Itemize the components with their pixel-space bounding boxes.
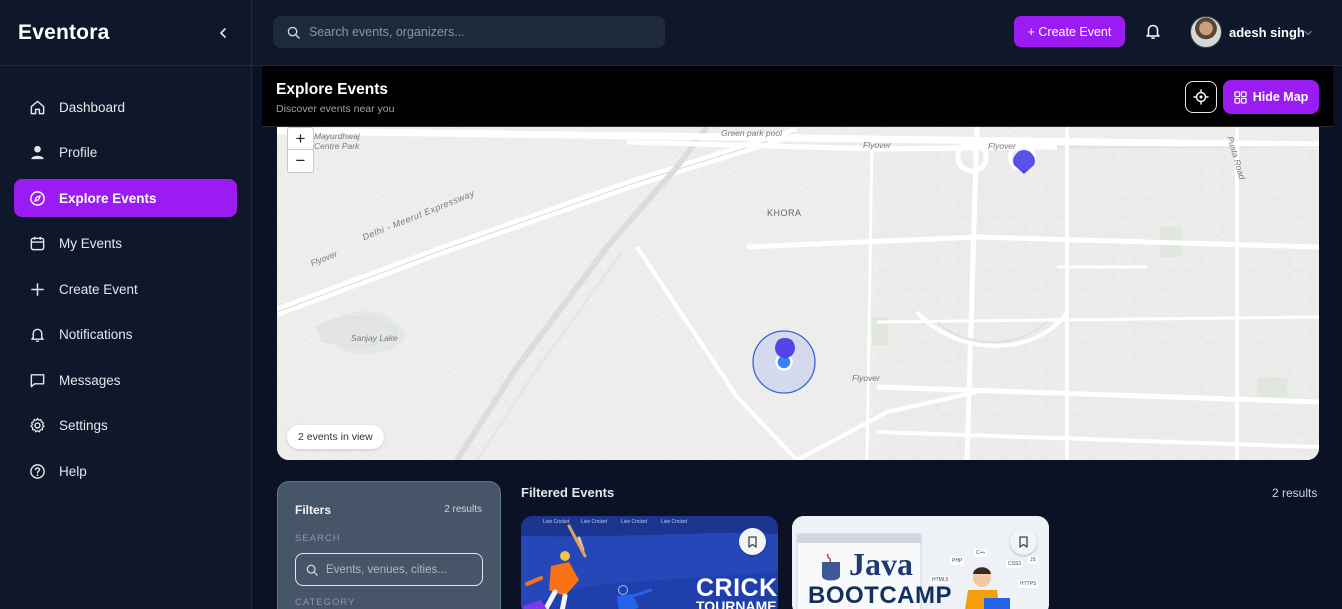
create-event-button[interactable]: + Create Event (1014, 16, 1125, 47)
event-card[interactable]: Live Cricket Live Cricket Live Cricket L… (521, 516, 778, 609)
avatar[interactable] (1190, 16, 1222, 48)
filters-panel: Filters 2 results SEARCH CATEGORY (277, 481, 501, 609)
card-subline: BOOTCAMP (808, 582, 952, 609)
sidebar-item-label: Help (59, 463, 87, 479)
map-tiles[interactable] (277, 127, 1319, 460)
sidebar-item-profile[interactable]: Profile (14, 134, 237, 172)
notifications-button[interactable] (1144, 22, 1164, 42)
bookmark-icon (748, 535, 757, 548)
sidebar-item-label: My Events (59, 236, 123, 251)
map-label: Sanjay Lake (351, 333, 398, 343)
sidebar-item-help[interactable]: Help (14, 452, 237, 490)
bookmark-button[interactable] (739, 528, 766, 555)
page-subtitle: Discover events near you (276, 103, 395, 115)
plus-icon (28, 280, 46, 298)
sidebar-item-label: Dashboard (59, 99, 126, 115)
bookmark-button[interactable] (1010, 528, 1037, 555)
global-search[interactable] (273, 16, 665, 48)
gear-icon (28, 417, 46, 435)
card-small-text: Live Cricket (621, 519, 648, 525)
search-icon (306, 564, 318, 576)
tech-tag: JS (1028, 556, 1038, 564)
tech-tag: HTTPS (1018, 580, 1039, 588)
map-label: Flyover (852, 373, 880, 383)
sidebar-item-label: Create Event (59, 281, 138, 297)
user-icon (28, 144, 46, 162)
chevron-down-icon[interactable] (1302, 27, 1314, 39)
map-label: Mayurdhwaj (314, 131, 360, 141)
search-icon (287, 26, 300, 39)
filters-category-label: CATEGORY (295, 597, 356, 608)
map-label: Flyover (988, 141, 1016, 151)
sidebar-item-dashboard[interactable]: Dashboard (14, 88, 237, 126)
events-results-count: 2 results (1272, 486, 1318, 500)
help-circle-icon (28, 462, 46, 480)
grid-icon (1234, 90, 1247, 104)
hide-map-label: Hide Map (1252, 90, 1309, 104)
global-search-input[interactable] (309, 25, 639, 39)
filters-title: Filters (295, 503, 332, 517)
hide-map-button[interactable]: Hide Map (1223, 80, 1319, 114)
chevron-left-icon (219, 27, 226, 38)
user-name[interactable]: adesh singh (1229, 25, 1305, 40)
event-card[interactable]: PHP C++ HTML5 CSS3 HTTPS JS Java BOOTCAM… (792, 516, 1049, 609)
sidebar-item-explore-events[interactable]: Explore Events (14, 179, 237, 217)
zoom-in-button[interactable]: + (288, 128, 313, 150)
events-in-view-badge: 2 events in view (287, 425, 384, 449)
sidebar-item-settings[interactable]: Settings (14, 407, 237, 445)
brand-logo[interactable]: Eventora (18, 21, 109, 45)
map-label: Green park pool (721, 128, 782, 138)
sidebar-item-create-event[interactable]: Create Event (14, 270, 237, 308)
events-map[interactable]: + − Mayurdhwaj Centre Park Green park po… (277, 127, 1319, 460)
filters-search-input[interactable] (326, 563, 476, 576)
map-label: Centre Park (314, 141, 360, 151)
map-zoom-control: + − (287, 127, 314, 173)
compass-icon (28, 189, 46, 207)
sidebar-nav: Dashboard Profile Explore Events My Even… (0, 66, 251, 490)
sidebar-item-label: Settings (59, 418, 108, 433)
filters-results-count: 2 results (444, 504, 482, 515)
page-title: Explore Events (276, 81, 388, 98)
filters-search-label: SEARCH (295, 533, 341, 544)
sidebar-item-label: Messages (59, 372, 121, 388)
bell-icon (28, 326, 46, 344)
card-small-text: Live Cricket (661, 519, 688, 525)
home-icon (28, 98, 46, 116)
calendar-icon (28, 235, 46, 253)
card-small-text: Live Cricket (543, 519, 570, 525)
sidebar-item-label: Profile (59, 145, 98, 160)
sidebar-item-my-events[interactable]: My Events (14, 225, 237, 263)
explore-header: Explore Events Discover events near you … (262, 66, 1333, 127)
sidebar-item-label: Notifications (59, 327, 133, 342)
brand-bar: Eventora (0, 0, 251, 66)
zoom-out-button[interactable]: − (288, 150, 313, 172)
card-headline: Java (849, 546, 913, 582)
sidebar: Eventora Dashboard Profile Explore Event… (0, 0, 252, 609)
tech-tag: C++ (974, 549, 988, 557)
topbar: + Create Event adesh singh (252, 0, 1342, 66)
locate-me-button[interactable] (1185, 81, 1217, 113)
tech-tag: PHP (950, 557, 965, 565)
card-small-text: Live Cricket (581, 519, 608, 525)
message-icon (28, 371, 46, 389)
sidebar-item-notifications[interactable]: Notifications (14, 316, 237, 354)
map-label: KHORA (767, 208, 802, 218)
sidebar-item-label: Explore Events (59, 190, 157, 206)
bookmark-icon (1019, 535, 1028, 548)
bell-icon (1146, 24, 1160, 39)
map-label: Flyover (863, 140, 891, 150)
sidebar-item-messages[interactable]: Messages (14, 361, 237, 399)
filters-search-field[interactable] (295, 553, 483, 586)
crosshair-icon (1193, 89, 1209, 105)
events-section-title: Filtered Events (521, 485, 615, 500)
collapse-sidebar-button[interactable] (213, 23, 233, 43)
card-subline: TOURNAME (696, 598, 777, 609)
tech-tag: CSS3 (1006, 560, 1024, 568)
